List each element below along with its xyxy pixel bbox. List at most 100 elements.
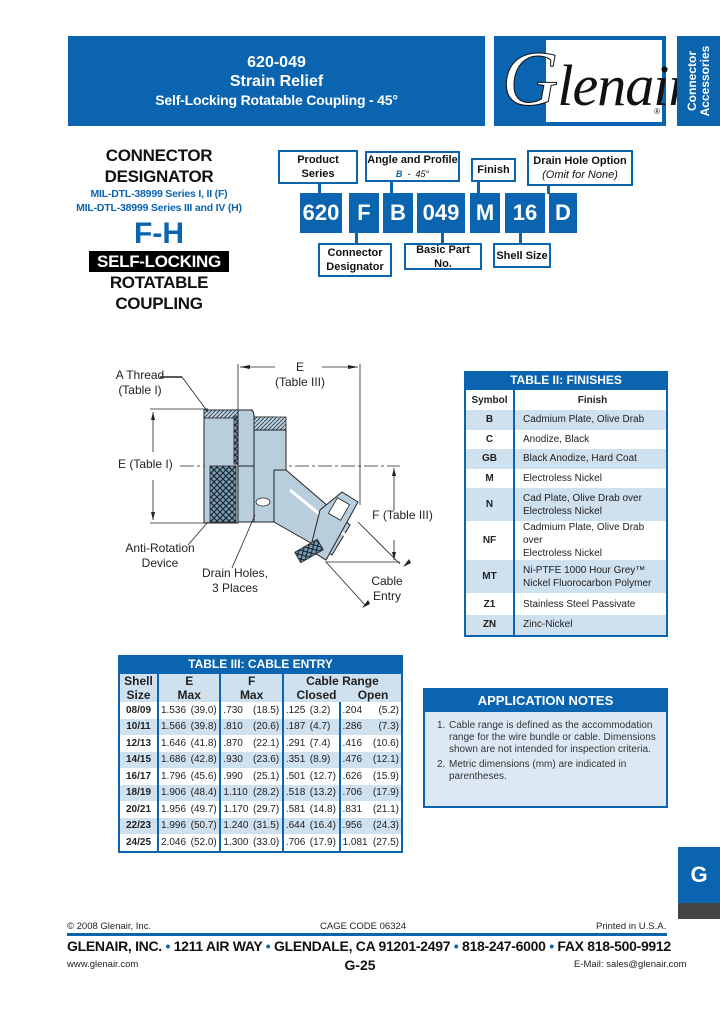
cell-closed-mm: (7.4) [307,735,341,752]
table-row: Z1 Stainless Steel Passivate [466,593,666,615]
page-number: G-25 [344,957,376,973]
cell-size: 12/13 [120,735,159,752]
cell-e-mm: (52.0) [188,834,222,851]
cell-closed-mm: (12.7) [307,768,341,785]
table-row: C Anodize, Black [466,429,666,449]
cell-f-mm: (31.5) [251,817,284,834]
cell-closed: .501 [285,770,306,782]
application-notes: APPLICATION NOTES 1. Cable range is defin… [423,688,668,808]
cell-f-mm: (33.0) [251,834,284,851]
cell-size: 18/19 [120,784,159,801]
connector-line [477,180,480,194]
note-item: 1. Cable range is defined as the accommod… [437,720,656,755]
cell-closed: .518 [282,784,308,801]
col-header-shell: Shell Size [120,674,159,702]
note-item: 2. Metric dimensions (mm) are indicated i… [437,759,627,782]
finishes-table-title: TABLE II: FINISHES [466,371,666,390]
label-e-table-i: E (Table I) [118,457,173,471]
table-row: 12/13 1.646 (41.8) .870 (22.1) .291 (7.4) .416 (… [120,735,401,752]
cell-e-mm: (48.4) [188,784,222,801]
side-tab-line2: Accessories [697,45,712,117]
designator-heading-1: CONNECTOR [105,146,213,165]
cell-open: .476 [339,751,371,768]
cable-entry-table-title: TABLE III: CABLE ENTRY [120,655,401,674]
table-row: GB Black Anodize, Hard Coat [466,449,666,469]
cell-open-mm: (10.6) [372,737,399,749]
cell-closed-mm: (17.9) [307,834,341,851]
cell-e: 1.566 [158,718,189,735]
cell-f-mm: (25.1) [251,768,284,785]
cell-open: .286 [339,718,371,735]
cell-closed-mm: (13.2) [307,784,341,801]
cell-e: 1.996 [158,817,189,834]
connector-line [441,233,444,243]
footer-email[interactable]: E-Mail: sales@glenair.com [574,959,687,970]
cell-open: .204 [342,704,363,716]
table-row: 10/11 1.566 (39.8) .810 (20.6) .187 (4.7) .286(… [120,718,401,735]
footer-address: GLENAIR, INC. • 1211 AIR WAY • GLENDALE,… [67,938,671,954]
self-locking-badge: SELF-LOCKING [89,251,229,272]
designator-line-4: COUPLING [115,294,203,313]
cell-f: 1.240 [220,817,252,834]
label-product-series: Product Series [278,150,358,184]
table-row: M Electroless Nickel [466,468,666,488]
segment-basic-part: 049 [417,193,465,233]
section-side-tab: Connector Accessories [677,36,720,126]
segment-connector-designator: F [349,193,379,233]
table-row: 14/15 1.686 (42.8) .930 (23.6) .351 (8.9) .476(… [120,751,401,768]
cell-f: .870 [223,737,243,749]
cell-closed: .706 [285,836,306,848]
label-basic-part: Basic Part No. [404,243,482,270]
designator-line-3: ROTATABLE [109,273,209,292]
cell-open-mm: (7.3) [370,718,401,735]
cell-closed-mm: (3.2) [307,702,341,719]
segment-angle-profile: B [383,193,413,233]
label-connector-designator: Connector Designator [318,243,392,277]
cell-open: .626 [342,770,363,782]
cell-e: 1.536 [161,704,187,716]
cell-size: 08/09 [120,702,159,719]
cell-e-mm: (41.8) [188,735,222,752]
label-drain-holes: Drain Holes, 3 Places [201,566,269,595]
header-banner: 620-049 Strain Relief Self-Locking Rotat… [68,36,485,126]
cell-closed-mm: (8.9) [307,751,341,768]
registered-mark: ® [654,107,660,116]
designator-code: F-H [134,217,184,250]
cell-closed-mm: (14.8) [307,801,341,818]
section-tab-shadow [678,903,720,919]
cell-e-mm: (45.6) [188,768,222,785]
table-row: MT Ni-PTFE 1000 Hour Grey™ Nickel Fluoroca… [466,560,666,593]
cell-f: .810 [220,718,252,735]
notes-title: APPLICATION NOTES [425,690,666,712]
cell-f: .930 [220,751,252,768]
cell-open-mm: (24.3) [370,817,401,834]
cell-e: 1.956 [161,803,187,815]
side-tab-line1: Connector [684,51,699,111]
cell-size: 20/21 [120,801,159,818]
label-f-table-iii: F (Table III) [372,508,433,522]
cell-size: 22/23 [120,817,159,834]
col-header-cable-range: Cable Range Closed Open [282,674,401,702]
part-number-title: 620-049 [247,54,306,71]
label-anti-rotation: Anti-Rotation Device [125,541,195,570]
cell-e-mm: (50.7) [188,817,222,834]
cell-e-mm: (49.7) [188,801,222,818]
finishes-table: TABLE II: FINISHES Symbol Finish B Cadmiu… [464,371,668,637]
cell-e-mm: (42.8) [188,751,222,768]
cell-f-mm: (29.7) [251,801,284,818]
table-row: 24/25 2.046 (52.0) 1.300 (33.0) .706 (17.9) 1.0… [120,834,401,851]
table-row: N Cad Plate, Olive Drab over Electroless N… [466,488,666,521]
cell-f-mm: (22.1) [251,735,284,752]
cell-f-mm: (20.6) [251,718,284,735]
cell-e: 1.906 [158,784,189,801]
connector-designator-block: CONNECTOR DESIGNATOR MIL-DTL-38999 Serie… [62,145,256,314]
cable-entry-table: TABLE III: CABLE ENTRY Shell Size E Max FM… [118,655,403,853]
glenair-logo: Glenair ® [494,36,691,126]
cell-open: .956 [339,817,371,834]
cell-e: 1.646 [161,737,187,749]
cell-e: 1.686 [158,751,189,768]
table-row: 22/23 1.996 (50.7) 1.240 (31.5) .644 (16.4) .95… [120,817,401,834]
footer-website[interactable]: www.glenair.com [67,959,138,970]
cell-f: .730 [223,704,243,716]
footer-printed: Printed in U.S.A. [596,921,667,932]
